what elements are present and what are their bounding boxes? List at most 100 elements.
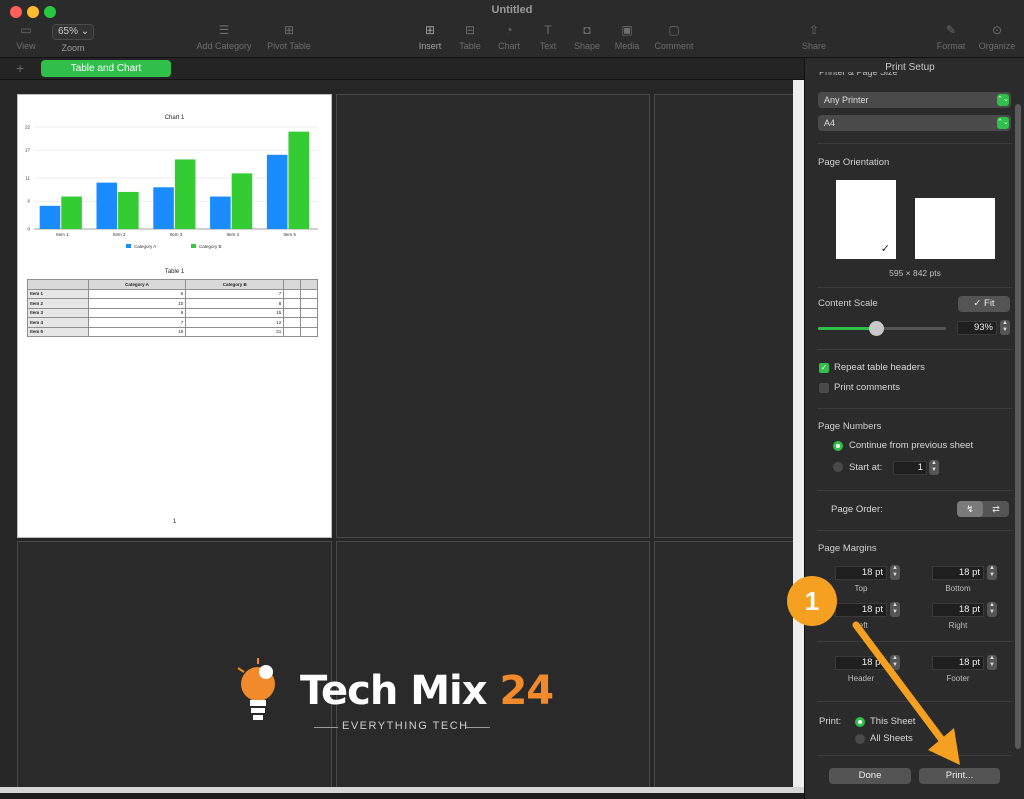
row-header-cell: Item 1 — [27, 288, 89, 299]
add-category-button[interactable]: ☰ Add Category — [194, 22, 254, 51]
row-header-cell: Item 3 — [27, 307, 89, 318]
panel-scrollbar[interactable] — [1015, 104, 1021, 749]
sheet-tab-bar: + Table and Chart — [0, 58, 804, 80]
page-size-readout: 595 × 842 pts — [889, 268, 941, 278]
margin-header-stepper[interactable]: ▲ ▼ — [890, 655, 900, 670]
start-at-radio[interactable] — [833, 462, 843, 472]
fit-button[interactable]: ✓ Fit — [958, 296, 1010, 312]
table-button[interactable]: ⊟ Table — [456, 22, 484, 51]
repeat-headers-checkbox[interactable]: ✓ — [819, 363, 829, 373]
bar-category-b — [174, 159, 196, 229]
divider — [817, 287, 1012, 288]
list-icon: ☰ — [218, 23, 230, 37]
zoom-select[interactable]: 65% ⌄ — [52, 24, 94, 40]
margin-footer-field[interactable]: 18 pt — [932, 656, 984, 670]
comment-button[interactable]: ▢ Comment — [652, 22, 696, 51]
data-table[interactable]: Category A Category B Item 1 5 7 Item 2 … — [27, 279, 318, 337]
print-page-1[interactable]: Chart 1 0 6 11 17 22 Item 1 Item 2 Item 3 Item 4… — [17, 94, 332, 538]
margin-right-stepper[interactable]: ▲ ▼ — [987, 602, 997, 617]
table-header-row: Category A Category B — [27, 279, 318, 290]
print-button[interactable]: Print... — [919, 768, 1000, 784]
chart-button[interactable]: ◔ Chart — [495, 22, 523, 51]
zoom-label: Zoom — [61, 43, 85, 53]
table-icon: ⊟ — [464, 23, 476, 37]
margin-left-stepper[interactable]: ▲ ▼ — [890, 602, 900, 617]
print-page-3[interactable] — [654, 94, 794, 538]
table-cell: 9 — [87, 307, 187, 318]
text-button[interactable]: T Text — [534, 22, 562, 51]
divider — [817, 349, 1012, 350]
repeat-headers-label: Repeat table headers — [834, 362, 925, 373]
chevron-updown-icon: ⌃⌄ — [997, 94, 1009, 106]
print-comments-label: Print comments — [834, 382, 900, 393]
table-cell — [300, 326, 318, 337]
printer-select[interactable]: Any Printer ⌃⌄ — [818, 92, 1011, 108]
content-scale-slider-knob[interactable] — [869, 321, 884, 336]
media-icon: ▣ — [621, 23, 633, 37]
margin-top-stepper[interactable]: ▲ ▼ — [890, 565, 900, 580]
step-badge: 1 — [787, 576, 837, 626]
bar-chart[interactable]: 0 6 11 17 22 Item 1 Item 2 Item 3 Item 4 Item 5 Ca… — [18, 119, 331, 269]
over-then-down-icon[interactable]: ⇄ — [983, 501, 1009, 517]
table-title: Table 1 — [164, 269, 185, 275]
margin-header-field[interactable]: 18 pt — [835, 656, 887, 670]
paper-size-select[interactable]: A4 ⌃⌄ — [818, 115, 1011, 131]
content-scale-field[interactable]: 93% — [957, 321, 997, 335]
margin-footer-stepper[interactable]: ▲ ▼ — [987, 655, 997, 670]
insert-button[interactable]: ⊞ Insert — [414, 22, 446, 51]
margin-top-field[interactable]: 18 pt — [835, 566, 887, 580]
portrait-orientation-button[interactable]: ✓ — [836, 180, 896, 259]
margin-right-field[interactable]: 18 pt — [932, 603, 984, 617]
start-at-stepper[interactable]: ▲ ▼ — [929, 460, 939, 475]
table-row: Item 5 16 21 — [27, 326, 318, 337]
watermark-tagline: EVERYTHING TECH — [342, 720, 469, 732]
print-comments-checkbox[interactable] — [819, 383, 829, 393]
margin-right-label: Right — [948, 621, 968, 630]
share-button[interactable]: ⇧ Share — [799, 22, 829, 51]
print-scope-label: Print: — [819, 716, 842, 727]
page-order-segmented-control[interactable]: ↯ ⇄ — [957, 501, 1009, 517]
margin-bottom-field[interactable]: 18 pt — [932, 566, 984, 580]
bar-category-b — [231, 173, 253, 229]
format-button[interactable]: ✎ Format — [933, 22, 969, 51]
divider — [817, 530, 1012, 531]
landscape-orientation-button[interactable] — [915, 198, 995, 259]
divider — [817, 490, 1012, 491]
margin-left-field[interactable]: 18 pt — [835, 603, 887, 617]
canvas-vertical-scrollbar[interactable] — [793, 80, 804, 793]
done-button[interactable]: Done — [829, 768, 911, 784]
shape-button[interactable]: ◘ Shape — [571, 22, 603, 51]
legend-swatch — [126, 244, 131, 248]
content-scale-stepper[interactable]: ▲ ▼ — [1000, 320, 1010, 335]
print-page-6[interactable] — [654, 541, 794, 793]
pivot-table-button[interactable]: ⊞ Pivot Table — [264, 22, 314, 51]
organize-button[interactable]: ⊙ Organize — [976, 22, 1018, 51]
print-setup-panel: Print Setup Printer & Page Size Any Prin… — [804, 58, 1024, 799]
margin-header-label: Header — [847, 674, 875, 683]
add-sheet-button[interactable]: + — [16, 60, 24, 76]
share-icon: ⇧ — [808, 23, 820, 37]
view-button[interactable]: ▭ View — [12, 22, 40, 51]
all-sheets-radio[interactable] — [855, 734, 865, 744]
legend-label: Category A — [134, 244, 156, 249]
start-at-field[interactable]: 1 — [893, 461, 927, 475]
legend-label: Category B — [199, 244, 222, 249]
table-cell — [300, 307, 318, 318]
insert-icon: ⊞ — [424, 23, 436, 37]
margin-top-label: Top — [854, 584, 868, 593]
text-icon: T — [544, 23, 552, 37]
this-sheet-radio[interactable] — [855, 717, 865, 727]
continue-previous-radio[interactable] — [833, 441, 843, 451]
table-cell — [300, 288, 318, 299]
print-page-2[interactable] — [336, 94, 650, 538]
sheet-tab-table-and-chart[interactable]: Table and Chart — [41, 60, 171, 77]
margin-bottom-stepper[interactable]: ▲ ▼ — [987, 565, 997, 580]
down-then-over-icon[interactable]: ↯ — [957, 501, 983, 517]
lightbulb-icon — [237, 658, 275, 720]
table-header-cell — [27, 279, 89, 290]
y-tick-label: 11 — [25, 176, 30, 181]
media-button[interactable]: ▣ Media — [612, 22, 642, 51]
canvas-horizontal-scrollbar[interactable] — [0, 787, 804, 793]
checkmark-icon: ✓ — [880, 243, 890, 255]
page-number: 1 — [172, 519, 177, 525]
